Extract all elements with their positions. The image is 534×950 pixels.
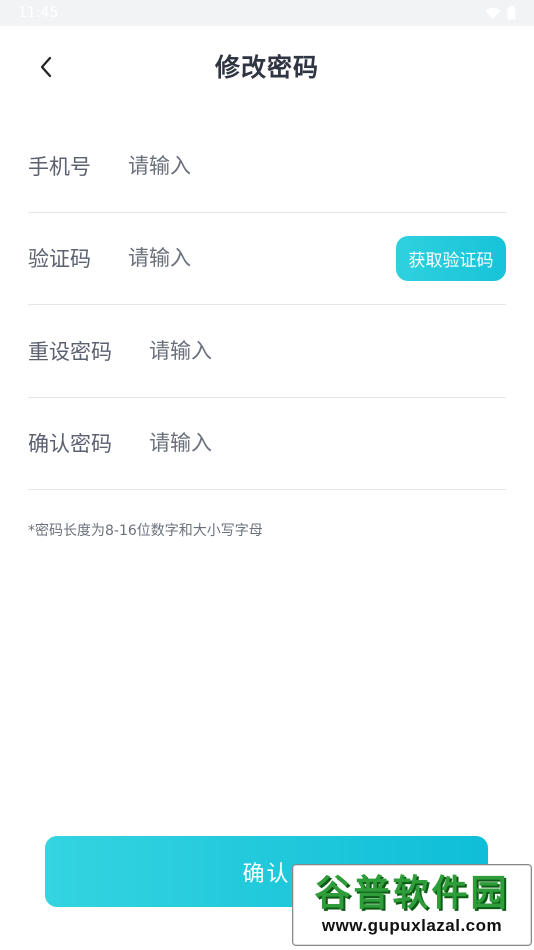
phone-label: 手机号 — [28, 154, 91, 179]
code-label: 验证码 — [28, 247, 91, 272]
confirm-password-row: 确认密码 — [28, 398, 506, 490]
phone-input[interactable] — [128, 145, 358, 186]
confirm-password-label: 确认密码 — [28, 432, 112, 457]
get-code-button[interactable]: 获取验证码 — [396, 235, 506, 281]
watermark-logo: 谷普软件园 www.gupuxlazal.com — [292, 864, 532, 946]
watermark-url: www.gupuxlazal.com — [321, 916, 503, 935]
battery-icon — [507, 6, 516, 20]
status-time: 11:45 — [18, 5, 59, 21]
change-password-screen: 11:45 修改密码 手机号 验证码 获取验证码 重设密码 — [0, 0, 534, 950]
phone-row: 手机号 — [28, 120, 506, 213]
password-form: 手机号 验证码 获取验证码 重设密码 确认密码 — [28, 120, 506, 490]
watermark-name: 谷普软件园 — [314, 873, 510, 914]
code-input[interactable] — [128, 238, 358, 279]
new-password-row: 重设密码 — [28, 305, 506, 398]
status-bar: 11:45 — [0, 0, 534, 26]
header: 修改密码 — [0, 26, 534, 106]
status-icons — [485, 6, 516, 20]
confirm-password-input[interactable] — [149, 423, 449, 464]
page-title: 修改密码 — [214, 53, 319, 82]
wifi-icon — [485, 7, 501, 20]
new-password-input[interactable] — [149, 330, 449, 371]
code-row: 验证码 获取验证码 — [28, 213, 506, 305]
new-password-label: 重设密码 — [28, 339, 112, 364]
password-rule-hint: *密码长度为8-16位数字和大小写字母 — [28, 523, 263, 539]
